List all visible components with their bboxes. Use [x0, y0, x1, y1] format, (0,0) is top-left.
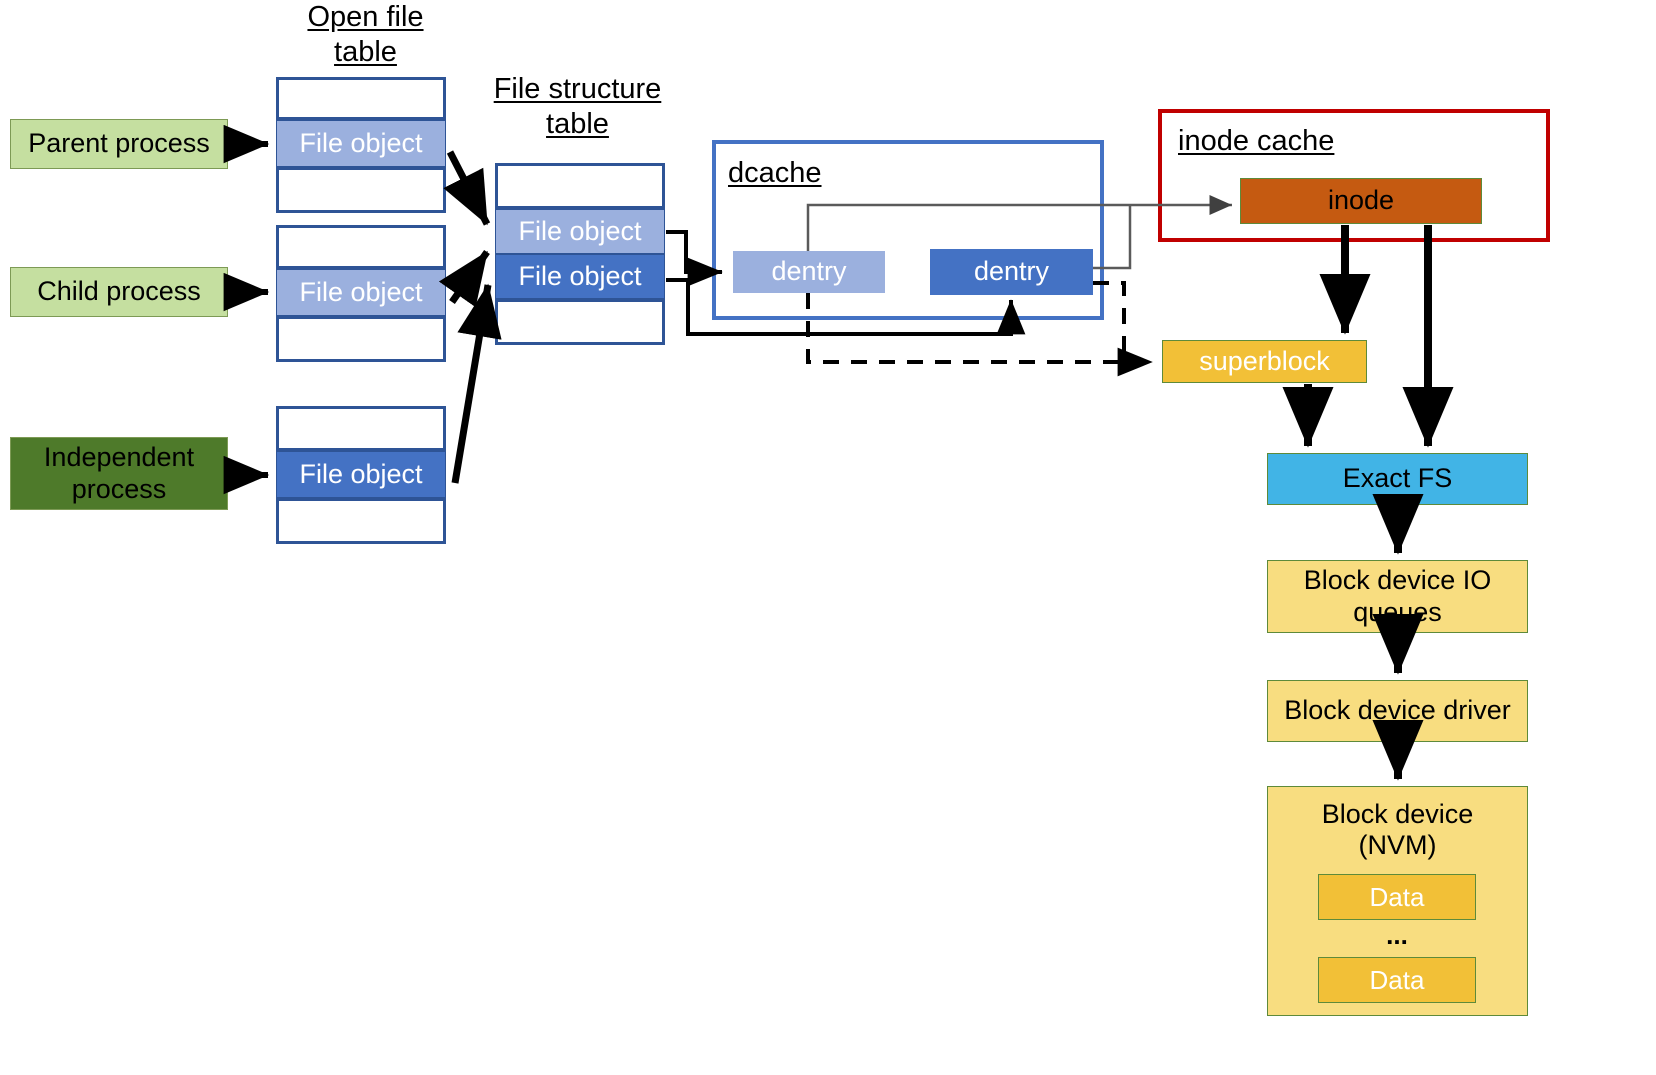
open-file-table-cell-empty-4 — [276, 316, 446, 362]
process-label-independent-line1: Independent — [43, 441, 195, 472]
file-object-label: File object — [299, 127, 423, 158]
data-block-label: Data — [1369, 881, 1425, 912]
arrow-ofo-independent-to-fst — [451, 283, 502, 484]
file-structure-table-cell-empty-top — [495, 163, 665, 209]
superblock-box[interactable]: superblock — [1162, 340, 1367, 383]
inode-box[interactable]: inode — [1240, 178, 1482, 224]
inode-label: inode — [1327, 185, 1395, 216]
process-label-independent-line2: process — [71, 473, 167, 504]
data-block-bottom[interactable]: Data — [1318, 957, 1476, 1003]
open-file-table-file-object-independent[interactable]: File object — [276, 451, 446, 498]
file-object-label: File object — [518, 215, 642, 246]
process-box-child[interactable]: Child process — [10, 267, 228, 317]
file-object-label: File object — [299, 458, 423, 489]
dcache-title: dcache — [728, 157, 822, 189]
exact-fs-label: Exact FS — [1342, 463, 1453, 494]
block-device-driver-label: Block device driver — [1284, 695, 1511, 726]
process-box-parent[interactable]: Parent process — [10, 119, 228, 169]
block-device-io-queues-label-line1: Block device IO — [1303, 564, 1492, 595]
open-file-table-file-object-child[interactable]: File object — [276, 269, 446, 316]
block-device-driver-box[interactable]: Block device driver — [1267, 680, 1528, 742]
data-block-top[interactable]: Data — [1318, 874, 1476, 920]
dentry-label: dentry — [771, 256, 847, 287]
diagram-canvas: Open file table File structure table Par… — [0, 0, 1656, 1075]
open-file-table-cell-empty-1 — [276, 77, 446, 120]
file-structure-table-file-object-independent[interactable]: File object — [495, 254, 665, 299]
file-structure-table-file-object-shared[interactable]: File object — [495, 209, 665, 254]
arrow-ofo-parent-to-fst — [443, 150, 491, 226]
open-file-table-cell-empty-6 — [276, 498, 446, 544]
file-object-label: File object — [299, 276, 423, 307]
file-object-label: File object — [518, 260, 642, 291]
block-device-io-queues-label-line2: queues — [1353, 596, 1442, 627]
file-structure-table-heading: File structure table — [493, 73, 662, 140]
open-file-table-file-object-parent[interactable]: File object — [276, 120, 446, 167]
block-device-nvm-label-line1: Block device — [1321, 799, 1474, 829]
block-device-nvm-label-line2: (NVM) — [1358, 830, 1437, 860]
file-structure-table-cell-empty-bottom — [495, 299, 665, 345]
dentry-label: dentry — [973, 256, 1050, 287]
superblock-label: superblock — [1199, 345, 1330, 376]
exact-fs-box[interactable]: Exact FS — [1267, 453, 1528, 505]
open-file-table-cell-empty-3 — [276, 225, 446, 269]
open-file-table-cell-empty-5 — [276, 406, 446, 451]
open-file-table-cell-empty-2 — [276, 167, 446, 213]
process-label-parent: Parent process — [28, 128, 210, 159]
data-block-ellipsis: ... — [1386, 920, 1408, 950]
arrow-ofo-child-to-fst — [438, 249, 490, 308]
inode-cache-title: inode cache — [1178, 125, 1335, 157]
block-device-io-queues-box[interactable]: Block device IO queues — [1267, 560, 1528, 633]
dentry-box-light[interactable]: dentry — [733, 251, 885, 293]
open-file-table-heading: Open file table — [307, 1, 424, 68]
process-label-child: Child process — [37, 276, 201, 307]
dentry-box-dark[interactable]: dentry — [930, 249, 1093, 295]
data-block-label: Data — [1369, 964, 1425, 995]
process-box-independent[interactable]: Independent process — [10, 437, 228, 510]
